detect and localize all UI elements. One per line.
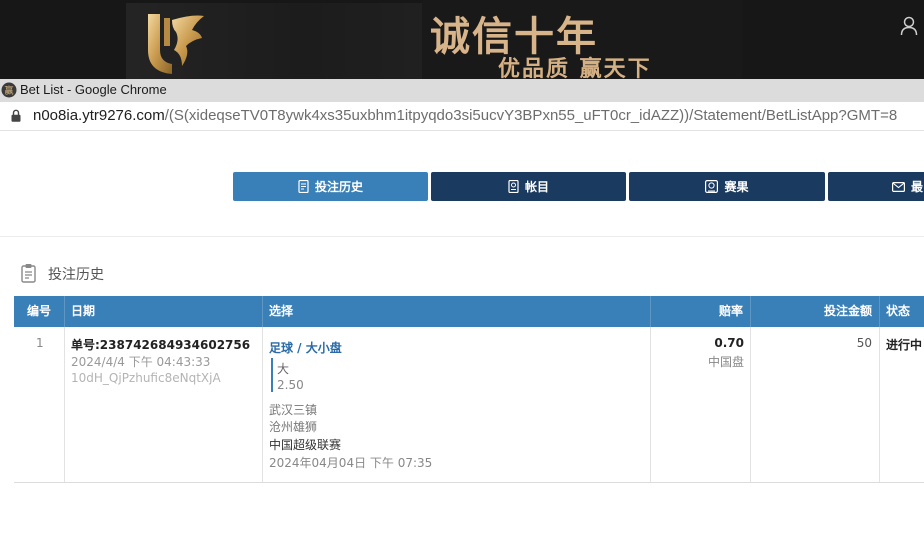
svg-text:赢: 赢 — [4, 85, 13, 97]
bet-table-header: 编号 日期 选择 赔率 投注金额 状态 — [14, 296, 924, 327]
row-number: 1 — [36, 336, 44, 350]
url-path: /(S(xideqseTV0T8ywk4xs35uxbhm1itpyqdo3si… — [164, 107, 898, 124]
mail-icon — [892, 181, 905, 192]
column-header-no: 编号 — [14, 296, 65, 327]
column-header-status: 状态 — [886, 304, 911, 318]
nav-latest-label: 最 — [911, 180, 924, 194]
phoenix-logo-icon — [148, 14, 204, 74]
site-banner: 诚信十年 优品质 赢天下 — [0, 0, 924, 79]
column-divider — [879, 327, 880, 482]
nav-statement-label: 帐目 — [524, 180, 549, 194]
column-divider — [650, 327, 651, 482]
column-header-amount: 投注金额 — [751, 296, 880, 327]
column-header-odds: 赔率 — [651, 296, 751, 327]
clipboard-icon — [21, 264, 36, 283]
odds-type: 中国盘 — [707, 355, 744, 369]
bet-reference: 10dH_QjPzhufic8eNqtXjA — [71, 371, 221, 385]
nav-results-button[interactable]: 赛果 — [629, 172, 825, 201]
bet-amount: 50 — [856, 336, 872, 350]
bet-datetime: 2024/4/4 下午 04:43:33 — [71, 355, 211, 369]
ledger-icon — [508, 180, 519, 193]
slogan-sub: 优品质 赢天下 — [498, 56, 652, 79]
table-row: 1 单号:238742684934602756 2024/4/4 下午 04:4… — [14, 327, 924, 483]
away-team: 沧州雄狮 — [269, 420, 318, 434]
results-icon — [705, 180, 719, 193]
nav-results-label: 赛果 — [724, 180, 749, 194]
status-badge: 进行中 — [886, 338, 923, 352]
bet-handicap: 2.50 — [277, 378, 304, 392]
column-divider — [262, 327, 263, 482]
bet-pick: 大 — [277, 362, 290, 376]
window-title: Bet List - Google Chrome — [20, 82, 167, 97]
site-favicon-icon: 赢 — [1, 82, 17, 98]
slogan-panel: 诚信十年 优品质 赢天下 — [422, 0, 742, 79]
sport-market: 足球 / 大小盘 — [269, 341, 342, 355]
nav-bet-history-label: 投注历史 — [314, 180, 363, 194]
url-host: n0o8ia.ytr9276.com — [33, 107, 165, 124]
bet-odds: 0.70 — [714, 336, 744, 350]
page-title: 投注历史 — [48, 267, 104, 283]
nav-latest-button[interactable]: 最 — [828, 172, 924, 201]
lock-icon[interactable] — [11, 109, 21, 122]
column-divider — [64, 327, 65, 482]
url-text[interactable]: n0o8ia.ytr9276.com/(S(xideqseTV0T8ywk4xs… — [33, 107, 897, 124]
league-name: 中国超级联赛 — [269, 438, 342, 452]
receipt-icon — [298, 180, 309, 193]
column-divider — [750, 327, 751, 482]
column-header-date: 日期 — [65, 296, 263, 327]
user-icon[interactable] — [900, 16, 918, 36]
column-header-selection: 选择 — [263, 296, 651, 327]
nav-statement-button[interactable]: 帐目 — [431, 172, 626, 201]
pick-indicator — [271, 358, 273, 392]
nav-bet-history-button[interactable]: 投注历史 — [233, 172, 428, 201]
ticket-number: 单号:238742684934602756 — [71, 338, 251, 352]
divider — [0, 236, 924, 237]
kickoff-time: 2024年04月04日 下午 07:35 — [269, 456, 433, 470]
home-team: 武汉三镇 — [269, 403, 318, 417]
